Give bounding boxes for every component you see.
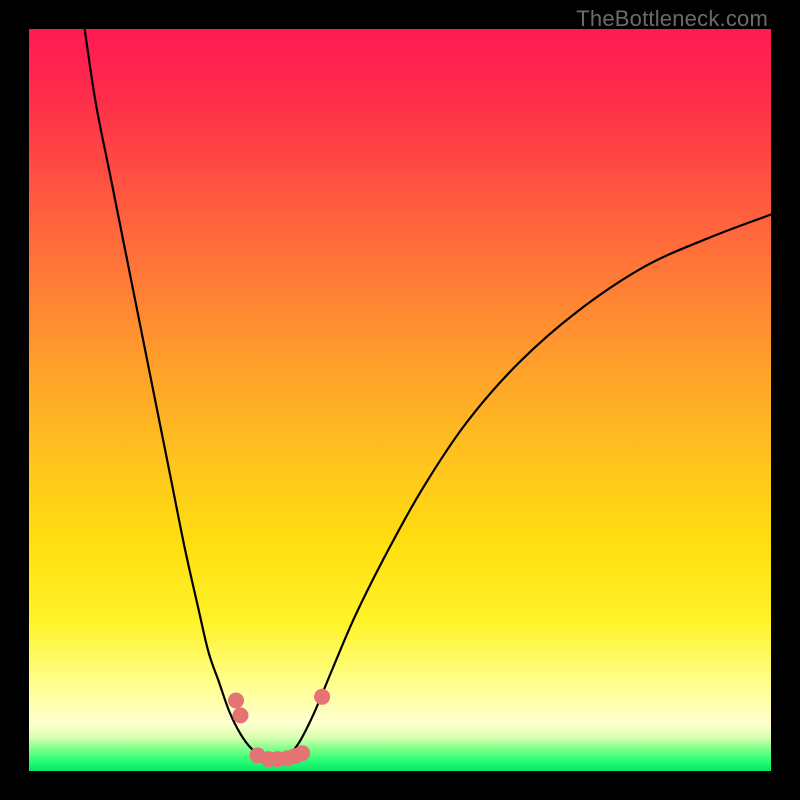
plot-area: [29, 29, 771, 771]
data-marker: [314, 689, 330, 705]
chart-frame: TheBottleneck.com: [0, 0, 800, 800]
curve-path: [85, 29, 771, 760]
data-marker: [294, 745, 310, 761]
watermark-text: TheBottleneck.com: [576, 6, 768, 32]
bottleneck-curve: [29, 29, 771, 771]
data-marker: [232, 707, 248, 723]
data-marker: [228, 693, 244, 709]
